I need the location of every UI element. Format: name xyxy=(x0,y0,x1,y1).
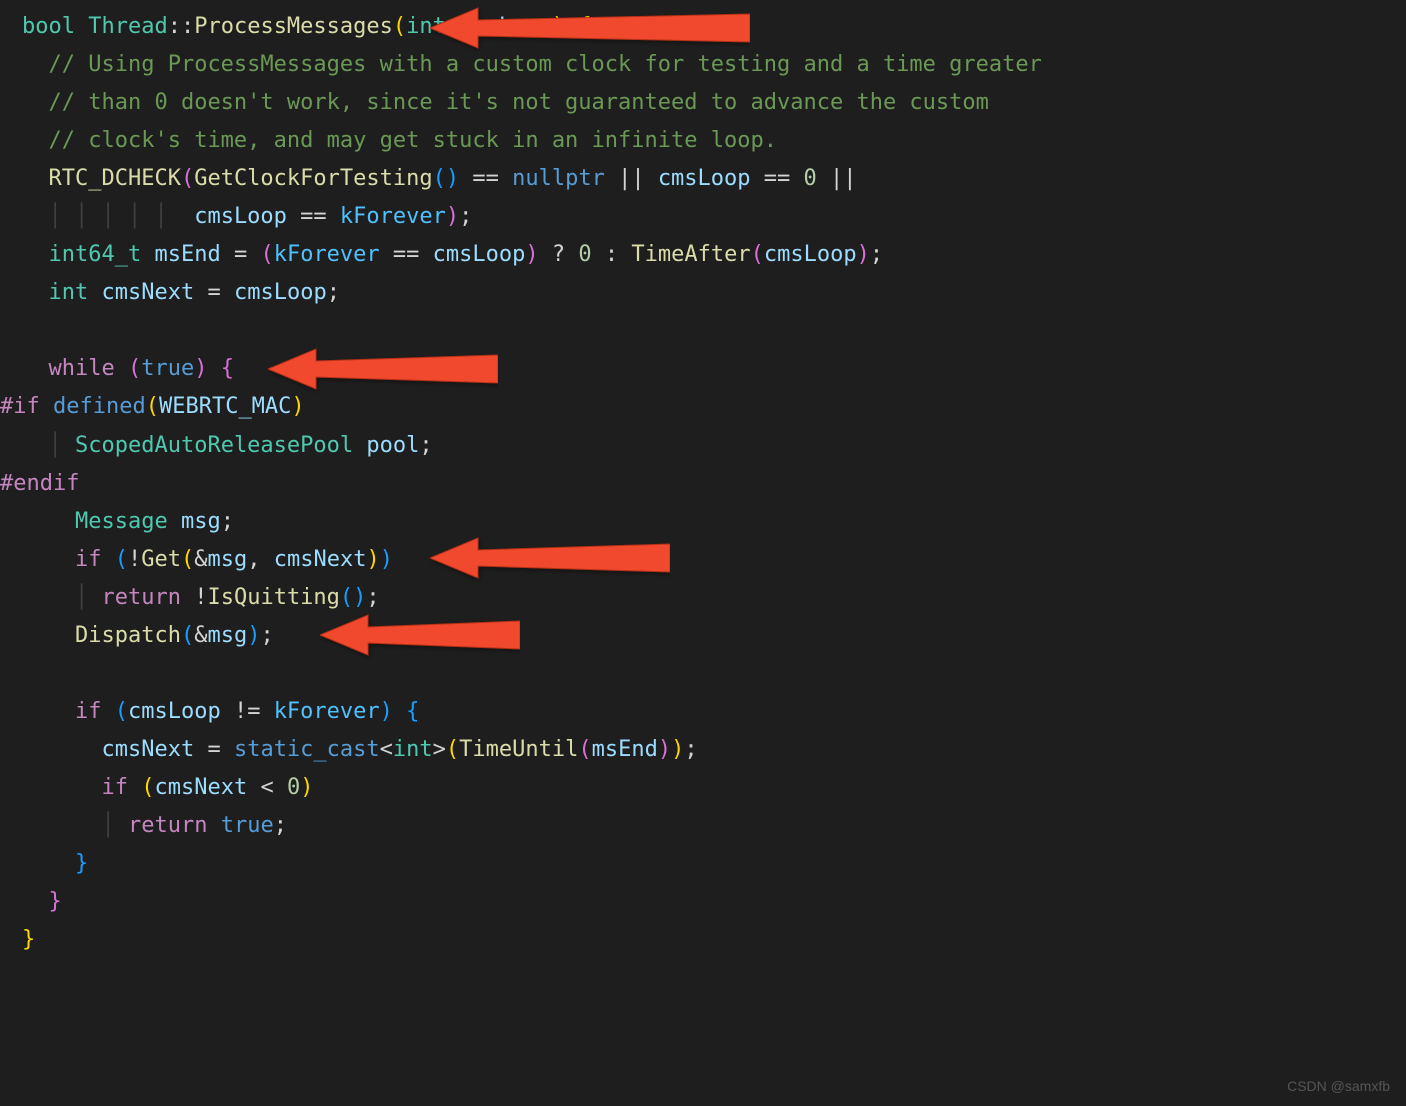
code-line: bool Thread::ProcessMessages(int cmsLoop… xyxy=(22,8,1406,46)
code-line: #endif xyxy=(0,465,1406,503)
code-line: #if defined(WEBRTC_MAC) xyxy=(0,388,1406,426)
code-line: cmsNext = static_cast<int>(TimeUntil(msE… xyxy=(22,731,1406,769)
code-line: │ ScopedAutoReleasePool pool; xyxy=(22,427,1406,465)
code-line: │ return true; xyxy=(22,807,1406,845)
code-line: │ │ │ │ │ cmsLoop == kForever); xyxy=(22,198,1406,236)
code-line: } xyxy=(22,883,1406,921)
code-line: Message msg; xyxy=(22,503,1406,541)
code-editor: bool Thread::ProcessMessages(int cmsLoop… xyxy=(0,8,1406,959)
code-line: // Using ProcessMessages with a custom c… xyxy=(22,46,1406,84)
code-line: RTC_DCHECK(GetClockForTesting() == nullp… xyxy=(22,160,1406,198)
code-line xyxy=(22,312,1406,350)
code-line: // than 0 doesn't work, since it's not g… xyxy=(22,84,1406,122)
code-line: } xyxy=(22,921,1406,959)
watermark: CSDN @samxfb xyxy=(1287,1074,1390,1098)
code-line: int64_t msEnd = (kForever == cmsLoop) ? … xyxy=(22,236,1406,274)
code-line: if (cmsNext < 0) xyxy=(22,769,1406,807)
code-line: // clock's time, and may get stuck in an… xyxy=(22,122,1406,160)
code-line: if (!Get(&msg, cmsNext)) xyxy=(22,541,1406,579)
code-line: Dispatch(&msg); xyxy=(22,617,1406,655)
code-line: while (true) { xyxy=(22,350,1406,388)
code-line xyxy=(22,655,1406,693)
code-line: │ return !IsQuitting(); xyxy=(22,579,1406,617)
code-line: int cmsNext = cmsLoop; xyxy=(22,274,1406,312)
code-line: if (cmsLoop != kForever) { xyxy=(22,693,1406,731)
code-line: } xyxy=(22,845,1406,883)
